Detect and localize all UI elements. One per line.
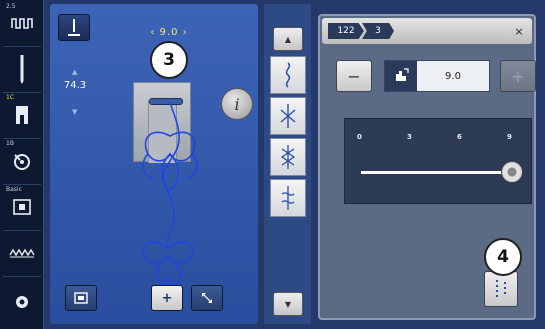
resize-arrows-icon	[202, 293, 212, 303]
panel-header: 122 3 ×	[322, 18, 532, 44]
callout-3: 3	[150, 41, 188, 79]
slider-track[interactable]	[361, 171, 511, 174]
sidebar-tag: 2.5	[6, 3, 16, 10]
stitch-symbol-icon	[280, 104, 296, 128]
zoom-in-button[interactable]: +	[151, 285, 183, 311]
sidebar-item-presser-foot[interactable]: 1C	[3, 92, 41, 136]
pattern-view-button[interactable]	[65, 285, 97, 311]
slider-tick-label: 6	[457, 133, 462, 141]
stitch-symbol-icon	[285, 62, 291, 88]
close-button[interactable]: ×	[511, 23, 527, 39]
stitch-symbol-icon	[280, 145, 296, 169]
slider-tick-label: 3	[407, 133, 412, 141]
sidebar-item-stitch-plate[interactable]: Basic	[3, 184, 41, 228]
needle-position-button[interactable]	[58, 14, 90, 41]
slider-tick-label: 9	[507, 133, 512, 141]
stitch-symbol-icon	[281, 186, 295, 210]
sidebar-item-feed-dog[interactable]	[3, 230, 41, 274]
scroll-down-button[interactable]: ▼	[273, 292, 303, 316]
chevron-down-icon[interactable]: ▼	[72, 108, 77, 116]
callout-4: 4	[484, 238, 522, 276]
decrease-button[interactable]: −	[336, 60, 372, 92]
bobbin-icon	[14, 153, 30, 170]
settings-gear-icon	[16, 295, 28, 308]
slider-tick-label: 0	[357, 133, 362, 141]
chevron-up-icon[interactable]: ▲	[72, 68, 77, 76]
sidebar-tag: Basic	[6, 186, 22, 193]
stitch-width-number: 9.0	[159, 27, 179, 38]
stitch-length-icon	[11, 18, 33, 29]
stitch-item[interactable]	[270, 138, 306, 176]
hand-adjust-icon	[385, 61, 417, 91]
needle-icon	[20, 54, 24, 84]
stitch-item[interactable]	[270, 56, 306, 94]
stitch-item[interactable]	[270, 179, 306, 217]
slider-knob[interactable]	[501, 161, 523, 183]
breadcrumb-stitch-number[interactable]: 122	[328, 23, 364, 39]
sidebar-tag: 1B	[6, 140, 14, 147]
stitch-length-value[interactable]: 74.3	[60, 80, 90, 91]
stitch-counter-button[interactable]	[484, 271, 518, 307]
stitch-pattern-preview	[142, 101, 198, 286]
left-sidebar: 2.5 1C 1B Basic	[0, 0, 44, 329]
presser-foot-icon	[16, 105, 28, 124]
increase-button[interactable]: +	[500, 60, 536, 92]
sidebar-item-bobbin[interactable]: 1B	[3, 138, 41, 182]
breadcrumb-level[interactable]: 3	[362, 23, 394, 39]
needle-down-icon	[68, 18, 80, 36]
plus-icon: +	[161, 290, 173, 306]
value-display: 9.0	[384, 60, 490, 92]
info-button[interactable]: i	[221, 88, 253, 120]
scroll-up-button[interactable]: ▲	[273, 27, 303, 51]
feed-dog-icon	[9, 248, 35, 257]
dotted-stitch-icon	[496, 280, 506, 297]
value-slider[interactable]: 0 3 6 9	[344, 118, 532, 204]
sidebar-item-settings[interactable]	[3, 276, 41, 326]
value-text: 9.0	[445, 70, 461, 82]
frame-icon	[74, 292, 88, 304]
stitch-item[interactable]	[270, 97, 306, 135]
stitch-plate-icon	[13, 198, 31, 215]
sidebar-item-needle[interactable]	[3, 46, 41, 90]
sidebar-item-stitch-length[interactable]: 2.5	[3, 2, 41, 44]
sewing-screen: 2.5 1C 1B Basic ‹ 9.0 › ▲ 74.3 ▼ i 3 + ▲…	[0, 0, 545, 329]
zoom-fit-button[interactable]	[191, 285, 223, 311]
stitch-width-value[interactable]: ‹ 9.0 ›	[133, 27, 205, 41]
sidebar-tag: 1C	[6, 94, 15, 101]
